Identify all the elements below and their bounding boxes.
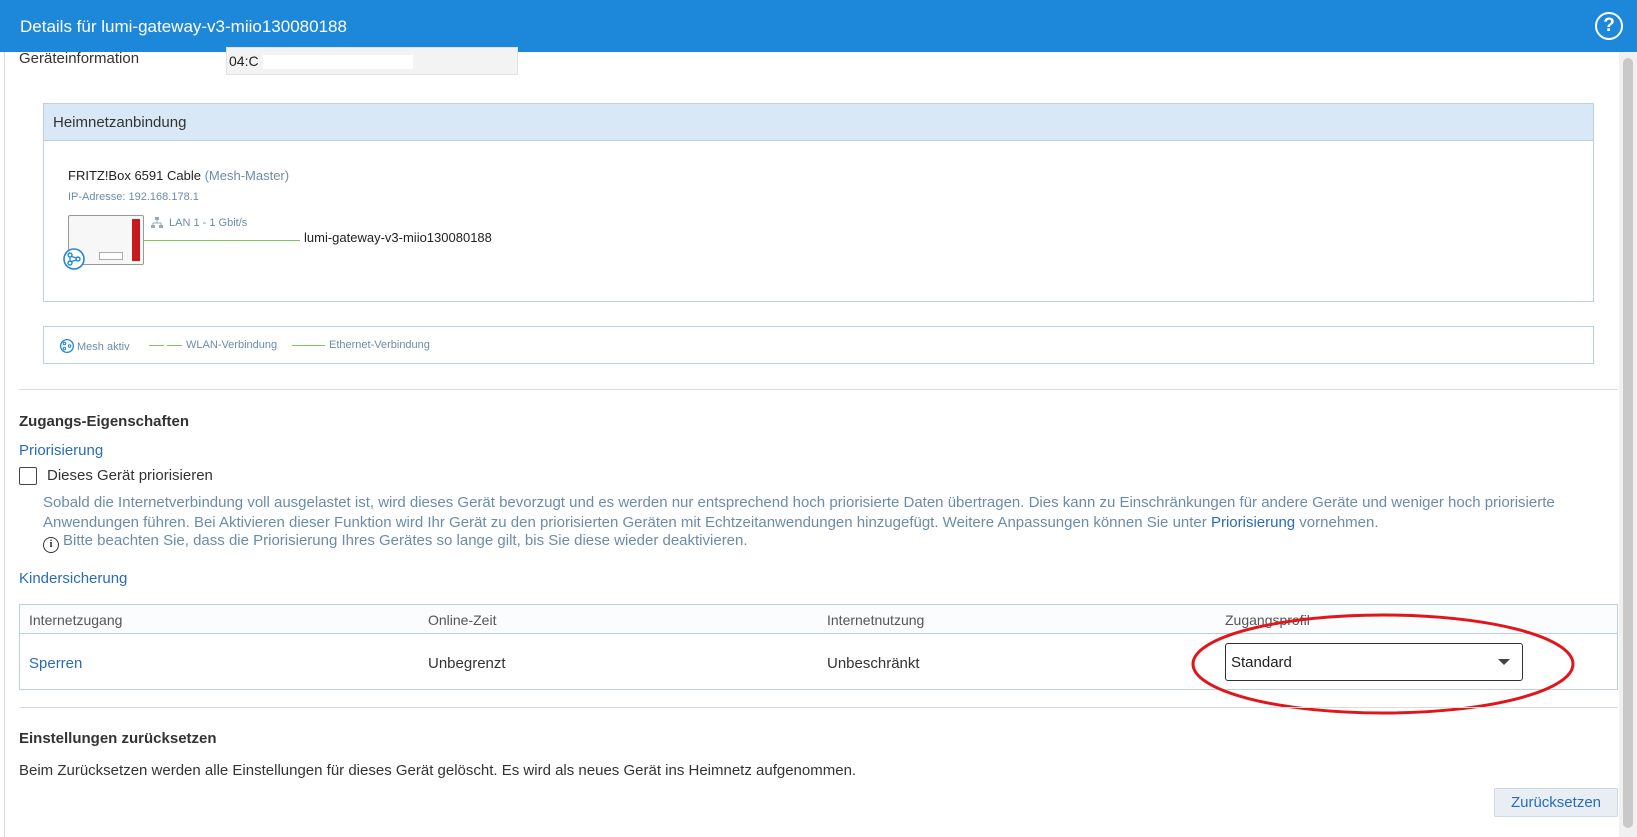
reset-button[interactable]: Zurücksetzen: [1494, 788, 1618, 817]
col-internet-usage: Internetnutzung: [827, 612, 925, 628]
parental-control-link[interactable]: Kindersicherung: [19, 570, 127, 587]
router-model: FRITZ!Box 6591 Cable: [68, 168, 201, 183]
reset-description: Beim Zurücksetzen werden alle Einstellun…: [19, 762, 857, 779]
prioritize-checkbox[interactable]: [19, 467, 37, 485]
prioritization-note: i Bitte beachten Sie, dass die Priorisier…: [43, 532, 748, 553]
title-bar: Details für lumi-gateway-v3-miio13008018…: [0, 0, 1637, 52]
router-role: (Mesh-Master): [204, 168, 290, 183]
annotation-circle: [1191, 613, 1575, 715]
prioritization-link[interactable]: Priorisierung: [19, 442, 103, 459]
ethernet-line: [144, 240, 300, 241]
prioritization-description: Sobald die Internetverbindung voll ausge…: [43, 493, 1588, 533]
scrollbar-thumb[interactable]: [1623, 58, 1633, 828]
connection-legend: Mesh aktiv WLAN-Verbindung Ethernet-Verb…: [43, 326, 1594, 364]
col-online-time: Online-Zeit: [428, 612, 497, 628]
access-heading: Zugangs-Eigenschaften: [19, 413, 190, 430]
window-title: Details für lumi-gateway-v3-miio13008018…: [20, 17, 347, 36]
scrollbar[interactable]: [1619, 52, 1637, 837]
router-ip: IP-Adresse: 192.168.178.1: [68, 191, 199, 203]
mesh-legend-icon: [60, 339, 74, 353]
mesh-icon: [63, 248, 85, 270]
legend-ethernet: Ethernet-Verbindung: [292, 339, 430, 351]
prioritize-label[interactable]: Dieses Gerät priorisieren: [47, 467, 213, 484]
legend-mesh-label: Mesh aktiv: [77, 341, 130, 353]
online-time-value: Unbegrenzt: [428, 655, 506, 672]
reset-heading: Einstellungen zurücksetzen: [19, 730, 217, 747]
client-device-name: lumi-gateway-v3-miio130080188: [304, 230, 492, 245]
lan-icon: [151, 217, 163, 228]
legend-wlan-label: WLAN-Verbindung: [186, 339, 278, 351]
lan-label: LAN 1 - 1 Gbit/s: [169, 217, 248, 229]
device-info-label: Geräteinformation: [19, 50, 140, 67]
ethernet-swatch: [292, 344, 325, 346]
legend-mesh: Mesh aktiv: [60, 339, 130, 353]
divider: [19, 389, 1618, 390]
desc-prioritization-link[interactable]: Priorisierung: [1211, 514, 1295, 531]
legend-wlan: WLAN-Verbindung: [149, 339, 277, 351]
usage-value: Unbeschränkt: [827, 655, 920, 672]
col-internet-access: Internetzugang: [29, 612, 123, 628]
block-link[interactable]: Sperren: [29, 655, 82, 672]
left-border: [4, 52, 5, 837]
help-icon[interactable]: ?: [1595, 12, 1623, 40]
device-info-field: 04:C: [226, 47, 518, 75]
info-icon: i: [43, 537, 59, 553]
wlan-swatch: [149, 344, 182, 346]
desc-text-2: vornehmen.: [1295, 514, 1379, 531]
device-info-value: 04:C: [229, 53, 259, 69]
redacted-area: [262, 55, 413, 70]
home-network-panel: Heimnetzanbindung FRITZ!Box 6591 Cable (…: [43, 103, 1594, 302]
home-network-header: Heimnetzanbindung: [44, 104, 1593, 141]
note-text: Bitte beachten Sie, dass die Priorisieru…: [63, 532, 748, 549]
divider: [19, 707, 1618, 708]
legend-ethernet-label: Ethernet-Verbindung: [329, 339, 430, 351]
router-name: FRITZ!Box 6591 Cable (Mesh-Master): [68, 168, 289, 183]
